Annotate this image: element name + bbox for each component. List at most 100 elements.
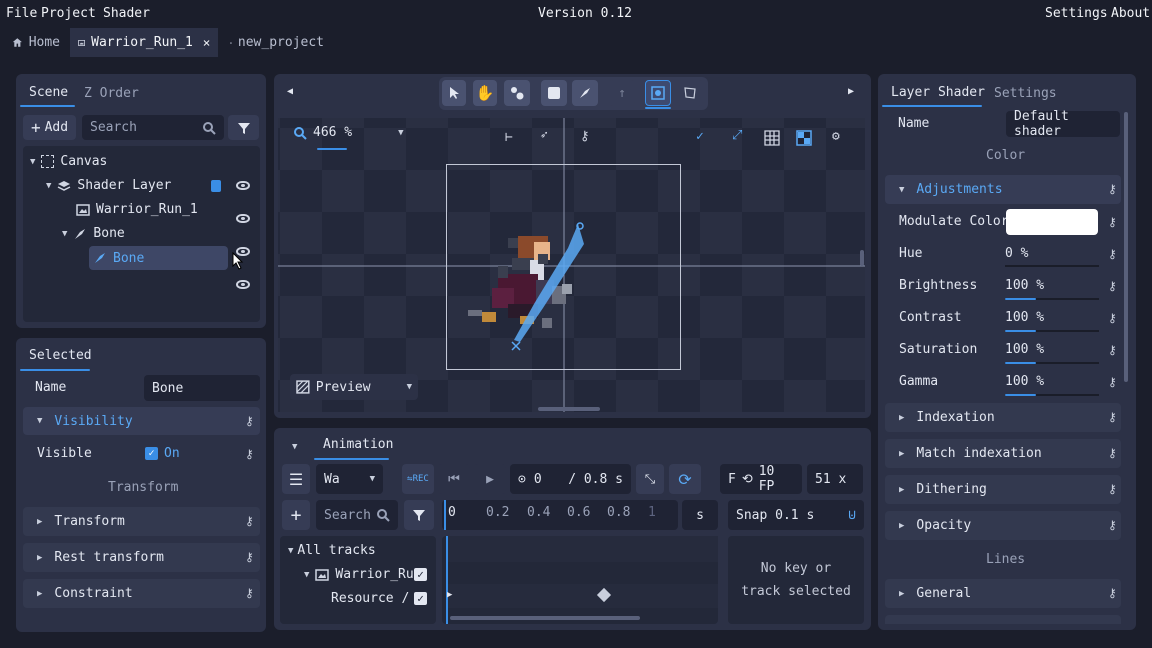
time-unit[interactable]: s (682, 500, 718, 530)
visibility-section[interactable]: ▼ Visibility (23, 407, 260, 435)
chevron-down-icon[interactable]: ▼ (30, 157, 35, 167)
saturation-value[interactable]: 100 % (1005, 342, 1044, 357)
pan-tool[interactable]: ✋ (473, 80, 497, 106)
dropdown-arrow-icon[interactable]: ▼ (398, 128, 403, 138)
bone-visibility-icon[interactable]: ✓ (696, 129, 704, 144)
visible-checkbox[interactable]: ✓ On (145, 446, 180, 461)
track-filter-button[interactable] (404, 500, 434, 530)
transform-section[interactable]: ▶ Transform (23, 507, 260, 536)
shader-scrollbar[interactable] (1124, 112, 1128, 382)
tab-home[interactable]: Home (4, 28, 68, 57)
tab-warrior-run[interactable]: Warrior_Run_1 (70, 28, 218, 57)
transform-tool[interactable] (645, 80, 671, 106)
tree-row-shader-layer[interactable]: ▼ Shader Layer (46, 178, 171, 193)
tree-row-bone-selected[interactable]: Bone (89, 246, 228, 270)
zoom-control[interactable]: 466 % ▼ (293, 125, 404, 140)
scene-search-input[interactable]: Search (82, 115, 224, 140)
track-checkbox[interactable]: ✓ (414, 568, 427, 581)
keyframe-icon[interactable]: ⚷ (1108, 375, 1117, 389)
fit-button[interactable]: ⤡ (636, 464, 664, 494)
opacity-section[interactable]: ▶ Opacity (885, 511, 1121, 540)
track-search-input[interactable]: Search (316, 500, 398, 530)
menu-settings[interactable]: Settings (1045, 6, 1108, 21)
mesh-tool[interactable] (677, 80, 703, 106)
timeline-scrollbar[interactable] (450, 616, 640, 620)
time-field[interactable]: ⊙ 0 / 0.8 s (510, 464, 631, 494)
visibility-eye-icon[interactable] (236, 280, 250, 289)
warrior-track-row[interactable]: ▼ Warrior_Ru (304, 567, 414, 582)
key-icon[interactable]: ⚷ (580, 129, 590, 144)
tab-z-order[interactable]: Z Order (84, 86, 139, 101)
chevron-down-icon[interactable]: ▼ (304, 570, 309, 580)
tree-row-canvas[interactable]: ▼ Canvas (30, 154, 107, 169)
keyframe-icon[interactable]: ⚷ (1108, 182, 1117, 196)
rest-transform-section[interactable]: ▶ Rest transform (23, 543, 260, 572)
dithering-section[interactable]: ▶ Dithering (885, 475, 1121, 504)
keyframe-icon[interactable]: ⚷ (1108, 215, 1117, 229)
chevron-down-icon[interactable]: ▼ (62, 229, 67, 239)
adjustments-section[interactable]: ▼ Adjustments (885, 175, 1121, 204)
brightness-value[interactable]: 100 % (1005, 278, 1044, 293)
tab-new-project[interactable]: new_project (222, 28, 332, 57)
onion-skin-icon[interactable]: ➶ (540, 128, 548, 143)
chevron-down-icon[interactable]: ▼ (288, 546, 293, 556)
keyframe-icon[interactable]: ⚷ (1108, 311, 1117, 325)
keyframe-icon[interactable]: ⚷ (1108, 247, 1117, 261)
animation-select[interactable]: Wa ▼ (316, 464, 383, 494)
resource-track-label[interactable]: Resource / (331, 591, 409, 606)
prev-frame-button[interactable]: ⏮ (438, 464, 470, 494)
tab-scene[interactable]: Scene (29, 85, 68, 100)
pin-tool[interactable]: ↑ (609, 80, 635, 106)
bone-view-icon[interactable]: ⚙ (832, 129, 840, 144)
menu-button[interactable]: ☰ (282, 464, 310, 494)
chevron-right-icon[interactable]: ▶ (848, 86, 854, 97)
keyframe-icon[interactable]: ⚷ (245, 550, 254, 564)
close-icon[interactable] (203, 36, 210, 50)
filter-button[interactable] (228, 115, 259, 140)
checker-icon[interactable] (796, 130, 812, 146)
keyframe-icon[interactable]: ⚷ (1108, 518, 1117, 532)
keyframe-icon[interactable]: ⚷ (1108, 343, 1117, 357)
keyframe-icon[interactable]: ⚷ (245, 447, 254, 461)
keyframe-icon[interactable]: ⚷ (245, 586, 254, 600)
keyframe-icon[interactable]: ⚷ (1108, 482, 1117, 496)
chevron-left-icon[interactable]: ◀ (287, 86, 293, 97)
keyframe-icon[interactable]: ⚷ (1108, 446, 1117, 460)
keyframe-area[interactable]: ▶ (442, 536, 718, 624)
visibility-eye-icon[interactable] (236, 181, 250, 190)
rect-tool[interactable] (541, 80, 567, 106)
tab-selected[interactable]: Selected (29, 348, 92, 363)
axis-icon[interactable]: ⤢ (732, 128, 742, 143)
grid-icon[interactable] (764, 130, 780, 146)
keyframe-marker[interactable]: ▶ (447, 590, 452, 600)
name-field[interactable]: Bone (144, 375, 260, 401)
tab-layer-shader[interactable]: Layer Shader (891, 85, 985, 100)
track-checkbox[interactable]: ✓ (414, 592, 427, 605)
collapse-icon[interactable]: ▼ (292, 442, 297, 452)
keyframe-icon[interactable]: ⚷ (1108, 410, 1117, 424)
canvas-view[interactable] (278, 118, 865, 412)
menu-shader[interactable]: Shader (103, 6, 150, 21)
record-button[interactable]: ⇋REC (402, 464, 434, 494)
timeline-ruler[interactable]: 0 0.2 0.4 0.6 0.8 1 (442, 500, 678, 530)
menu-about[interactable]: About (1111, 6, 1150, 21)
menu-project[interactable]: Project (41, 6, 96, 21)
modulate-color-swatch[interactable] (1006, 209, 1098, 235)
snap-field[interactable]: Snap 0.1 s ⊍ (728, 500, 864, 530)
keyframe-icon[interactable]: ⚷ (245, 414, 254, 428)
constraint-section[interactable]: ▶ Constraint (23, 579, 260, 608)
add-track-button[interactable]: + (282, 500, 310, 530)
shader-file-icon[interactable] (210, 179, 222, 193)
general-section[interactable]: ▶ General (885, 579, 1121, 608)
match-indexation-section[interactable]: ▶ Match indexation (885, 439, 1121, 468)
tab-shader-settings[interactable]: Settings (994, 86, 1057, 101)
loop-button[interactable]: ⟳ (669, 464, 701, 494)
keyframe-icon[interactable]: ⚷ (1108, 586, 1117, 600)
tree-row-warrior[interactable]: Warrior_Run_1 (76, 202, 198, 217)
magnet-icon[interactable]: ⊍ (848, 508, 856, 523)
play-button[interactable]: ▶ (474, 464, 506, 494)
tab-animation[interactable]: Animation (323, 437, 393, 452)
chevron-down-icon[interactable]: ▼ (46, 181, 51, 191)
hue-value[interactable]: 0 % (1005, 246, 1028, 261)
shader-name-field[interactable]: Default shader (1006, 109, 1120, 139)
